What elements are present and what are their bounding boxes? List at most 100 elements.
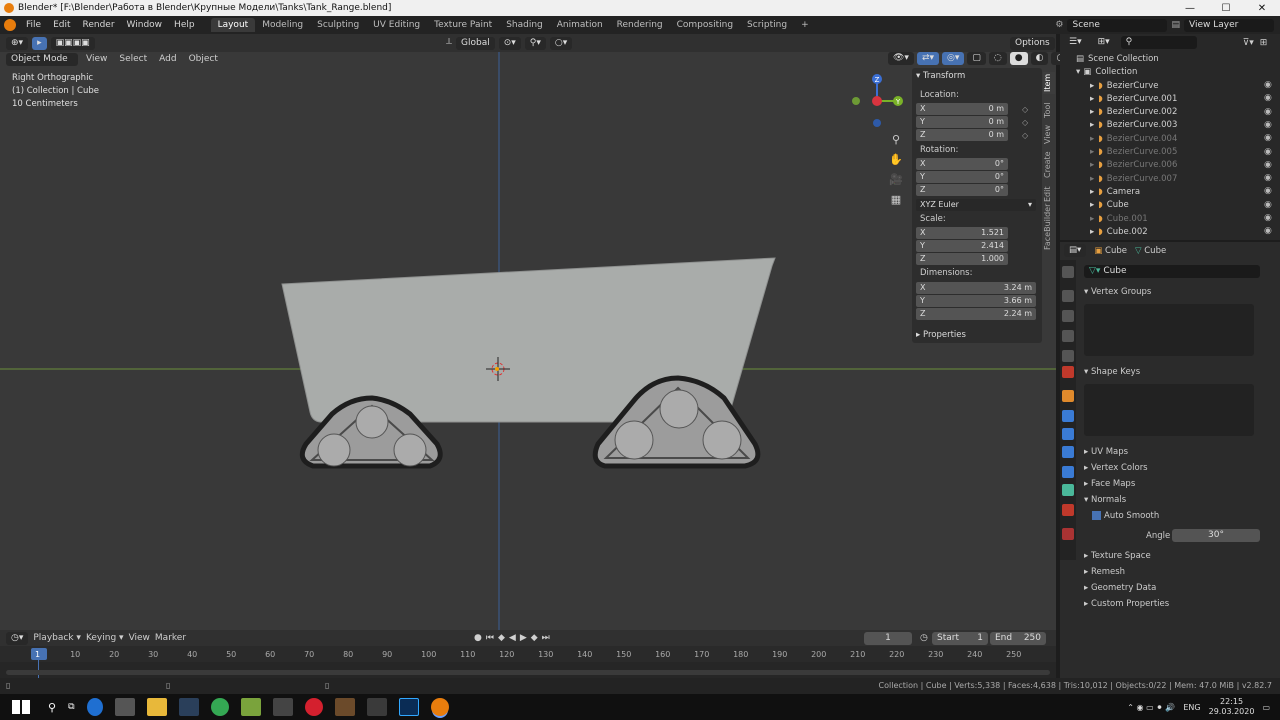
opera-icon[interactable] bbox=[304, 698, 323, 716]
zoom-icon[interactable]: ⚲ bbox=[888, 130, 904, 150]
timeline-scrollbar[interactable] bbox=[6, 670, 1050, 675]
visibility-toggle[interactable]: 👁▾ bbox=[888, 52, 914, 65]
tool-tab-icon[interactable] bbox=[1062, 266, 1074, 278]
tab-animation[interactable]: Animation bbox=[550, 18, 610, 32]
menu-help[interactable]: Help bbox=[168, 20, 201, 30]
play-icon[interactable]: ▶ bbox=[520, 633, 527, 643]
rotation-x-field[interactable]: X 0° bbox=[916, 158, 1008, 170]
visibility-eye-icon[interactable]: ◉ bbox=[1264, 213, 1274, 223]
outliner-display-mode[interactable]: ⊞▾ bbox=[1092, 36, 1115, 49]
auto-smooth-row[interactable]: Auto Smooth bbox=[1092, 511, 1159, 521]
physics-tab-icon[interactable] bbox=[1062, 446, 1074, 458]
proportional-edit-toggle[interactable]: ○▾ bbox=[549, 36, 573, 50]
location-y-field[interactable]: Y 0 m bbox=[916, 116, 1008, 128]
shading-wireframe-button[interactable]: ◌ bbox=[988, 52, 1007, 65]
menu-render[interactable]: Render bbox=[77, 20, 121, 30]
new-collection-icon[interactable]: ⊞ bbox=[1260, 38, 1268, 48]
outliner-item[interactable]: ▸ ◗ Cube.002 bbox=[1090, 225, 1148, 238]
keyframe-dot-icon[interactable]: ◇ bbox=[1022, 129, 1034, 142]
view-layer-tab-icon[interactable] bbox=[1062, 330, 1074, 342]
expand-arrow-icon[interactable]: ▾ bbox=[1076, 67, 1080, 77]
expand-arrow-icon[interactable]: ▸ bbox=[1090, 147, 1094, 157]
object-breadcrumb[interactable]: ▣ Cube bbox=[1094, 246, 1127, 256]
uv-maps-header[interactable]: ▸ UV Maps bbox=[1084, 447, 1128, 457]
scene-tab-icon[interactable] bbox=[1062, 350, 1074, 362]
expand-arrow-icon[interactable]: ▸ bbox=[1090, 134, 1094, 144]
texture-space-header[interactable]: ▸ Texture Space bbox=[1084, 551, 1151, 561]
vertex-groups-list[interactable] bbox=[1084, 304, 1254, 356]
selection-mode-buttons[interactable]: ▣▣▣▣ bbox=[50, 36, 95, 50]
tab-layout[interactable]: Layout bbox=[210, 18, 256, 32]
jump-start-icon[interactable]: ⏮ bbox=[486, 633, 494, 643]
rotation-z-field[interactable]: Z 0° bbox=[916, 184, 1008, 196]
prev-keyframe-icon[interactable]: ◆ bbox=[498, 633, 505, 643]
pivot-dropdown[interactable]: ⊙▾ bbox=[498, 36, 521, 50]
notepad-icon[interactable] bbox=[240, 698, 261, 716]
outliner-editor-type[interactable]: ☰▾ bbox=[1064, 36, 1087, 49]
tab-sculpting[interactable]: Sculpting bbox=[310, 18, 366, 32]
game-icon[interactable] bbox=[334, 698, 355, 716]
outliner-item[interactable]: ▸ ◗ Cube.001 bbox=[1090, 212, 1148, 225]
visibility-eye-icon[interactable]: ◉ bbox=[1264, 200, 1274, 210]
expand-arrow-icon[interactable]: ▸ bbox=[1090, 81, 1094, 91]
expand-arrow-icon[interactable]: ▸ bbox=[1090, 160, 1094, 170]
render-tab-icon[interactable] bbox=[1062, 290, 1074, 302]
object-menu[interactable]: Object bbox=[185, 54, 222, 64]
orientation-dropdown[interactable]: Global bbox=[456, 36, 495, 50]
visibility-eye-icon[interactable]: ◉ bbox=[1264, 226, 1274, 236]
visibility-eye-icon[interactable]: ◉ bbox=[1264, 186, 1274, 196]
select-menu[interactable]: Select bbox=[115, 54, 151, 64]
add-menu[interactable]: Add bbox=[155, 54, 180, 64]
tab-scripting[interactable]: Scripting bbox=[740, 18, 794, 32]
geometry-data-header[interactable]: ▸ Geometry Data bbox=[1084, 583, 1156, 593]
world-tab-icon[interactable] bbox=[1062, 366, 1074, 378]
expand-arrow-icon[interactable]: ▸ bbox=[1090, 187, 1094, 197]
expand-arrow-icon[interactable]: ▸ bbox=[1090, 174, 1094, 184]
location-x-field[interactable]: X 0 m bbox=[916, 103, 1008, 115]
transform-header[interactable]: ▾ Transform bbox=[916, 71, 965, 81]
file-explorer-icon[interactable] bbox=[146, 698, 167, 716]
mesh-name-field[interactable]: ▽▾ Cube bbox=[1084, 265, 1260, 278]
output-tab-icon[interactable] bbox=[1062, 310, 1074, 322]
dimensions-x-field[interactable]: X 3.24 m bbox=[916, 282, 1036, 294]
steam-icon[interactable] bbox=[178, 698, 199, 716]
vertex-groups-header[interactable]: ▾ Vertex Groups bbox=[1084, 287, 1151, 297]
particles-tab-icon[interactable] bbox=[1062, 428, 1074, 440]
expand-arrow-icon[interactable]: ▸ bbox=[1090, 120, 1094, 130]
app-icon[interactable] bbox=[366, 698, 387, 716]
location-z-field[interactable]: Z 0 m bbox=[916, 129, 1008, 141]
visibility-eye-icon[interactable]: ◉ bbox=[1264, 93, 1274, 103]
preview-range-icon[interactable]: ◷ bbox=[920, 633, 928, 643]
expand-arrow-icon[interactable]: ▸ bbox=[1090, 107, 1094, 117]
xray-toggle[interactable]: ▢ bbox=[967, 52, 986, 65]
outliner-item[interactable]: ▸ ◗ BezierCurve.006 bbox=[1090, 159, 1177, 172]
remesh-header[interactable]: ▸ Remesh bbox=[1084, 567, 1125, 577]
sidebar-tab-facebuilder[interactable]: FaceBuilder bbox=[1043, 204, 1055, 250]
dimensions-z-field[interactable]: Z 2.24 m bbox=[916, 308, 1036, 320]
record-button[interactable]: ● bbox=[474, 633, 482, 643]
rotation-mode-dropdown[interactable]: XYZ Euler ▾ bbox=[916, 199, 1036, 211]
marker-menu[interactable]: Marker bbox=[155, 633, 186, 643]
sidebar-tab-view[interactable]: View bbox=[1043, 124, 1055, 146]
current-frame-field[interactable]: 1 bbox=[864, 631, 912, 645]
custom-properties-header[interactable]: ▸ Custom Properties bbox=[1084, 599, 1169, 609]
store-icon[interactable] bbox=[114, 698, 135, 716]
properties-editor-type[interactable]: ▤▾ bbox=[1064, 244, 1087, 257]
outliner-item[interactable]: ▸ ◗ BezierCurve.002 bbox=[1090, 106, 1177, 119]
collection-row[interactable]: ▾ ▣ Collection bbox=[1076, 65, 1137, 78]
shape-keys-list[interactable] bbox=[1084, 384, 1254, 436]
shading-material-button[interactable]: ◐ bbox=[1030, 52, 1049, 65]
dimensions-y-field[interactable]: Y 3.66 m bbox=[916, 295, 1036, 307]
shading-solid-button[interactable]: ● bbox=[1009, 52, 1028, 65]
camera-view-icon[interactable]: 🎥 bbox=[888, 170, 904, 190]
visibility-eye-icon[interactable]: ◉ bbox=[1264, 160, 1274, 170]
timeline-view-menu[interactable]: View bbox=[129, 633, 150, 643]
minimize-button[interactable]: — bbox=[1172, 3, 1208, 14]
outliner-item[interactable]: ▸ ◗ Cube bbox=[1090, 199, 1129, 212]
play-reverse-icon[interactable]: ◀ bbox=[509, 633, 516, 643]
select-tool-button[interactable]: ▸ bbox=[32, 36, 47, 50]
mesh-data-tab-icon[interactable] bbox=[1062, 484, 1074, 496]
auto-smooth-checkbox[interactable] bbox=[1092, 511, 1101, 520]
keying-menu[interactable]: Keying ▾ bbox=[86, 633, 124, 643]
notifications-icon[interactable]: ▭ bbox=[1262, 703, 1270, 712]
